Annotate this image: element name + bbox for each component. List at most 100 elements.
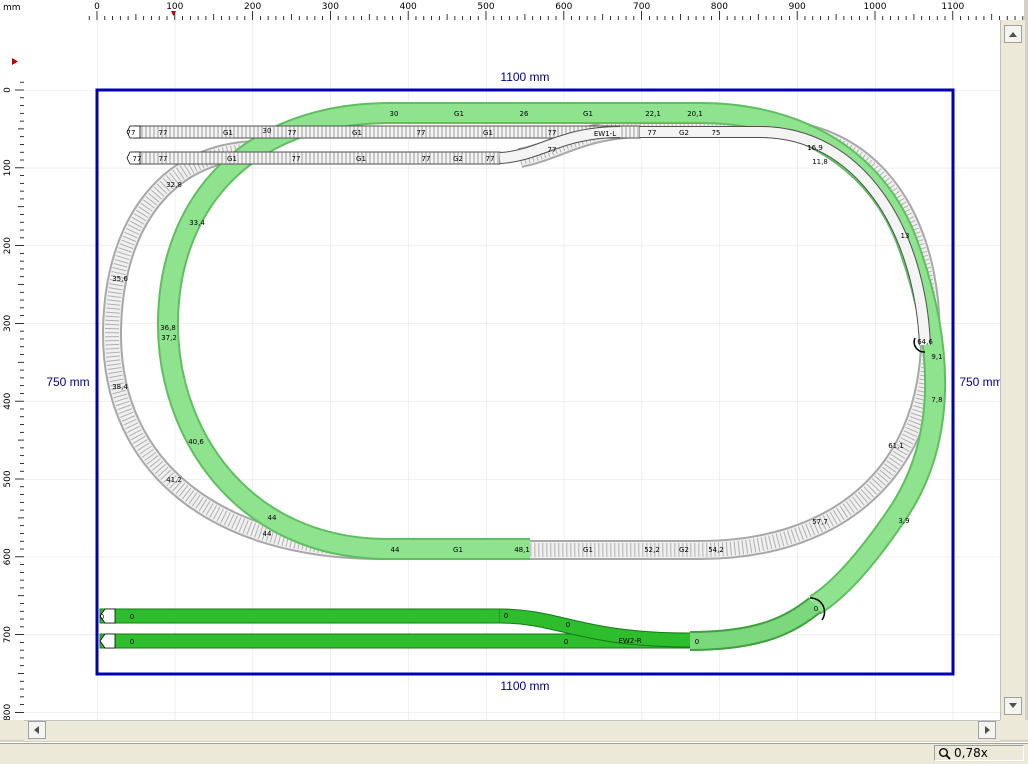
vertical-cursor-marker-icon bbox=[12, 58, 18, 65]
track-label: 54,2 bbox=[708, 546, 724, 554]
track-label: 0 bbox=[130, 613, 134, 621]
track-label: 41,2 bbox=[166, 476, 182, 484]
zoom-value: 0,78x bbox=[954, 746, 988, 760]
layout-drawing: 1100 mm 1100 mm 750 mm 750 mm 30 G1 26 G… bbox=[24, 20, 1000, 720]
scroll-corner-left bbox=[0, 720, 24, 740]
track-label: 16,9 bbox=[807, 144, 823, 152]
track-label: 77 bbox=[159, 155, 168, 163]
ruler-tick-label: 800 bbox=[711, 2, 728, 12]
scroll-left-button[interactable] bbox=[28, 721, 46, 739]
ruler-tick-label: 1100 bbox=[941, 2, 964, 12]
arrow-up-icon bbox=[1009, 32, 1017, 37]
track-label: 38,4 bbox=[112, 383, 128, 391]
track-label: 77 bbox=[127, 129, 136, 137]
ruler-tick-label: 300 bbox=[3, 315, 13, 332]
track-label: 33,4 bbox=[189, 219, 205, 227]
ruler-tick-label: 400 bbox=[3, 392, 13, 409]
ruler-corner: mm bbox=[0, 0, 25, 21]
track-label: G2 bbox=[679, 129, 689, 137]
track-label: 36,8 bbox=[160, 324, 176, 332]
track-label: 9,1 bbox=[931, 353, 942, 361]
track-planner-window: mm 0 100 200 300 400 500 600 700 800 900 1000 1100 … bbox=[0, 0, 1028, 764]
track-label: G1 bbox=[352, 129, 362, 137]
horizontal-ruler[interactable]: 0 100 200 300 400 500 600 700 800 900 1000 1100 bbox=[24, 0, 1024, 21]
track-label: 61,1 bbox=[888, 442, 904, 450]
arrow-down-icon bbox=[1009, 703, 1017, 708]
horizontal-scrollbar[interactable] bbox=[24, 720, 1000, 741]
track-label: 77 bbox=[288, 129, 297, 137]
board-width-label-top: 1100 mm bbox=[500, 70, 549, 84]
ruler-tick-label: 100 bbox=[3, 159, 13, 176]
scroll-down-button[interactable] bbox=[1004, 697, 1022, 715]
track-label: 7,8 bbox=[931, 396, 942, 404]
ruler-tick-label: 600 bbox=[555, 2, 572, 12]
track-label: 0 bbox=[564, 638, 568, 646]
ruler-tick-label: 1000 bbox=[864, 2, 887, 12]
ruler-unit-label: mm bbox=[3, 3, 21, 13]
track-label: 37,2 bbox=[161, 334, 177, 342]
track-label: EW2-R bbox=[618, 637, 641, 645]
horizontal-ruler-scale: 0 100 200 300 400 500 600 700 800 900 1000 1100 bbox=[88, 2, 1024, 20]
track-label: 77 bbox=[548, 146, 557, 154]
track-label: 44 bbox=[391, 546, 400, 554]
track-label: G1 bbox=[227, 155, 237, 163]
arrow-left-icon bbox=[34, 726, 39, 734]
ruler-tick-label: 0 bbox=[3, 87, 13, 93]
status-bar: 0,78x bbox=[0, 742, 1028, 764]
ruler-tick-label: 500 bbox=[3, 470, 13, 487]
board-width-label-bottom: 1100 mm bbox=[500, 679, 549, 693]
arrow-right-icon bbox=[985, 726, 990, 734]
ruler-tick-label: 900 bbox=[789, 2, 806, 12]
ruler-tick-label: 0 bbox=[94, 2, 100, 12]
track-label: G1 bbox=[356, 155, 366, 163]
track-label: 57,7 bbox=[812, 518, 828, 526]
track-label: 0 bbox=[695, 638, 699, 646]
horizontal-cursor-marker-icon bbox=[171, 11, 176, 16]
board-height-label-right: 750 mm bbox=[959, 375, 1000, 389]
track-label: 0 bbox=[130, 638, 134, 646]
track-label: 44 bbox=[263, 530, 272, 538]
track-label: EW1-L bbox=[594, 130, 616, 138]
magnifier-icon bbox=[939, 748, 951, 760]
track-label: 77 bbox=[133, 155, 142, 163]
track-label: 52,2 bbox=[644, 546, 660, 554]
track-label: 20,1 bbox=[687, 110, 703, 118]
track-label: G1 bbox=[454, 110, 464, 118]
track-label: 40,6 bbox=[188, 438, 204, 446]
scroll-up-button[interactable] bbox=[1004, 25, 1022, 43]
track-label: 75 bbox=[712, 129, 721, 137]
layout-canvas[interactable]: 1100 mm 1100 mm 750 mm 750 mm 30 G1 26 G… bbox=[24, 20, 1000, 720]
track-label: 22,1 bbox=[645, 110, 661, 118]
track-label: 77 bbox=[648, 129, 657, 137]
track-label: 77 bbox=[159, 129, 168, 137]
ruler-tick-label: 200 bbox=[3, 237, 13, 254]
track-label: G1 bbox=[583, 110, 593, 118]
track-label: 77 bbox=[292, 155, 301, 163]
ruler-tick-label: 700 bbox=[633, 2, 650, 12]
track-label: 0 bbox=[504, 612, 508, 620]
board-height-label-left: 750 mm bbox=[46, 375, 89, 389]
scroll-corner bbox=[1000, 720, 1028, 740]
track-label: 0 bbox=[814, 605, 818, 613]
track-label: 77 bbox=[422, 155, 431, 163]
track-label: 32,8 bbox=[166, 181, 182, 189]
ruler-tick-label: 500 bbox=[477, 2, 494, 12]
track-label: 77 bbox=[417, 129, 426, 137]
zoom-indicator[interactable]: 0,78x bbox=[934, 745, 1024, 761]
track-label: G1 bbox=[453, 546, 463, 554]
scroll-right-button[interactable] bbox=[978, 721, 996, 739]
ruler-tick-label: 200 bbox=[244, 2, 261, 12]
ruler-tick-label: 100 bbox=[166, 2, 183, 12]
track-label: 77 bbox=[486, 155, 495, 163]
ruler-tick-label: 600 bbox=[3, 548, 13, 565]
track-label: 64,6 bbox=[917, 338, 933, 346]
track-label: 48,1 bbox=[514, 546, 530, 554]
vertical-ruler[interactable]: 0 100 200 300 400 500 600 700 800 bbox=[0, 20, 25, 720]
track-label: 30 bbox=[263, 127, 272, 135]
track-label: 30 bbox=[390, 110, 399, 118]
track-label: 11,8 bbox=[812, 158, 828, 166]
ruler-tick-label: 700 bbox=[3, 626, 13, 643]
vertical-scrollbar[interactable] bbox=[1000, 20, 1025, 720]
ruler-tick-label: 800 bbox=[3, 704, 13, 720]
track-label: G2 bbox=[453, 155, 463, 163]
